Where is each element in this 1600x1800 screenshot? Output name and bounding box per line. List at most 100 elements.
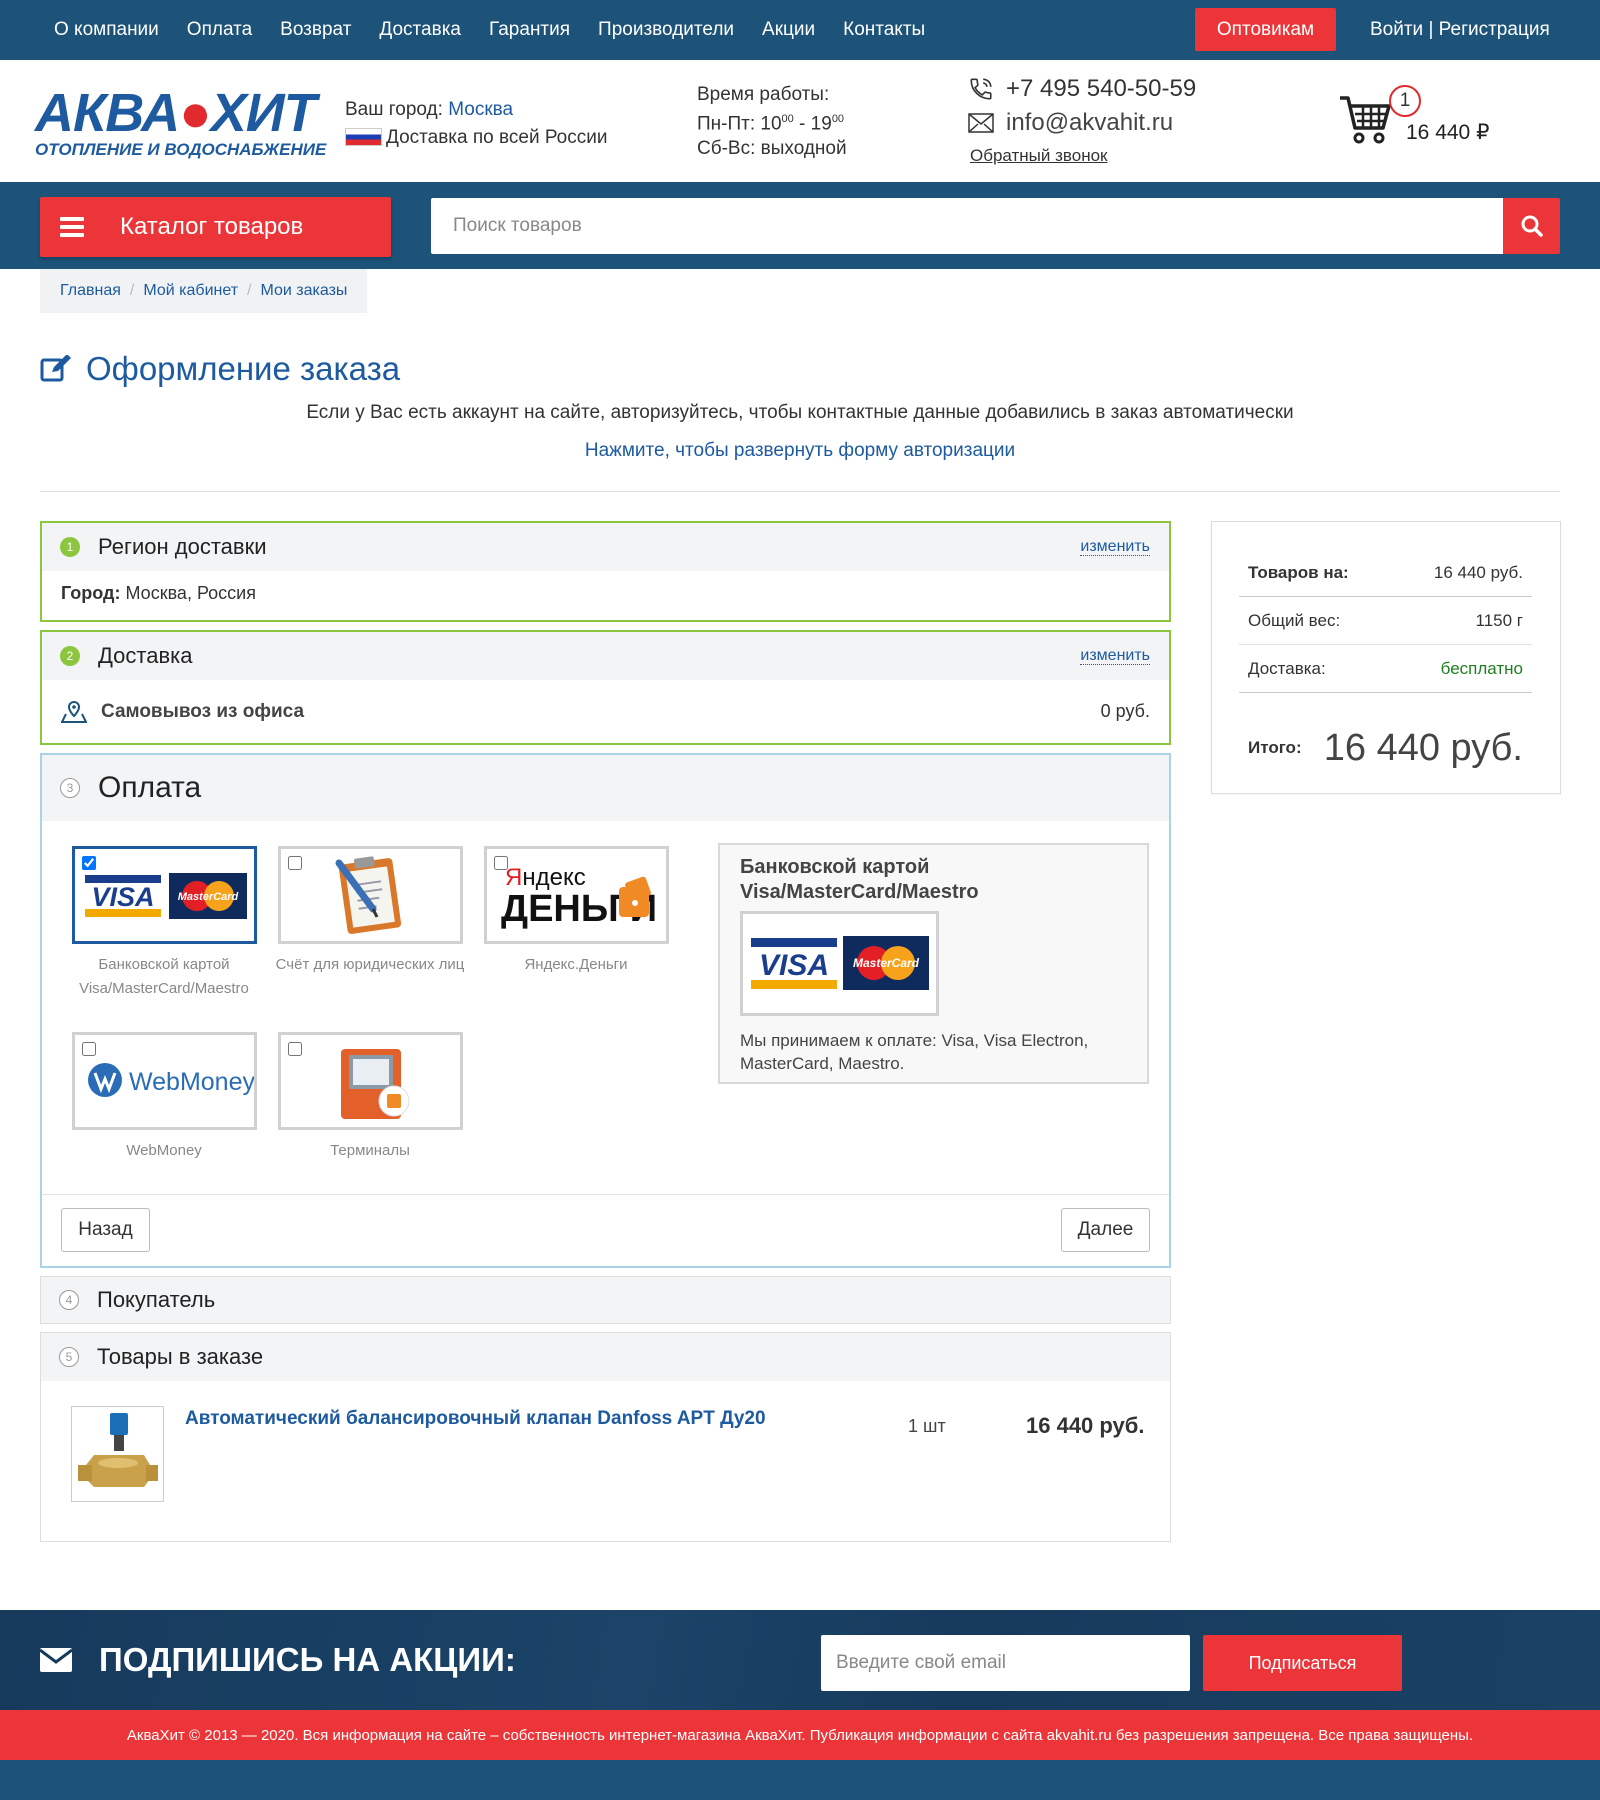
phone-icon — [970, 78, 992, 100]
payment-option-card[interactable]: VISA MasterCard — [72, 846, 257, 944]
cart-widget[interactable]: 1 16 440 ₽ — [1338, 84, 1508, 154]
city-label: Ваш город: — [345, 99, 443, 120]
product-image[interactable] — [71, 1406, 164, 1502]
city-block: Ваш город: Москва Доставка по всей Росси… — [345, 96, 607, 152]
payment-description-title: Банковской картой Visa/MasterCard/Maestr… — [740, 856, 979, 903]
login-register-link[interactable]: Войти | Регистрация — [1370, 0, 1550, 60]
nav-link-delivery[interactable]: Доставка — [379, 19, 461, 41]
site-header: АКВА●ХИТ ОТОПЛЕНИЕ И ВОДОСНАБЖЕНИЕ Ваш г… — [0, 60, 1600, 182]
delivery-note: Доставка по всей России — [386, 127, 608, 148]
payment-description-box: Банковской картой Visa/MasterCard/Maestr… — [718, 843, 1149, 1084]
breadcrumb: Главная / Мой кабинет / Мои заказы — [40, 269, 368, 313]
region-value: Город: Москва, Россия — [61, 583, 256, 603]
nav-link-return[interactable]: Возврат — [280, 19, 351, 41]
wholesale-button[interactable]: Оптовикам — [1195, 8, 1336, 51]
section-title: Оплата — [98, 771, 202, 804]
webmoney-logo: WebMoney — [88, 1063, 255, 1097]
svg-text:VISA: VISA — [759, 949, 829, 982]
catalog-button[interactable]: Каталог товаров — [40, 197, 391, 257]
product-quantity: 1 шт — [908, 1416, 946, 1436]
order-items-section: 5 Товары в заказе Автоматический баланси… — [40, 1332, 1171, 1542]
payment-option-invoice[interactable] — [278, 846, 463, 944]
logo-wordmark: АКВА●ХИТ — [35, 83, 317, 143]
section-title: Регион доставки — [98, 534, 267, 559]
hours-weekdays: Пн-Пт: 1000 - 1900 — [697, 113, 845, 135]
email-row[interactable]: info@akvahit.ru — [968, 106, 1196, 140]
payment-option-terminal[interactable] — [278, 1032, 463, 1130]
section-title: Доставка — [98, 643, 193, 668]
nav-link-payment[interactable]: Оплата — [187, 19, 252, 41]
nav-link-warranty[interactable]: Гарантия — [489, 19, 570, 41]
top-nav-links: О компании Оплата Возврат Доставка Гаран… — [40, 0, 939, 60]
back-button[interactable]: Назад — [61, 1208, 150, 1252]
payment-option-checkbox[interactable] — [494, 856, 508, 870]
mail-icon — [968, 113, 994, 133]
breadcrumb-home[interactable]: Главная — [60, 282, 121, 300]
summary-total-row: Итого: 16 440 руб. — [1248, 726, 1523, 769]
product-name-link[interactable]: Автоматический балансировочный клапан Da… — [185, 1408, 785, 1430]
step-number: 1 — [60, 537, 80, 557]
subscribe-banner: ПОДПИШИСЬ НА АКЦИИ: Подписаться — [0, 1610, 1600, 1710]
search-icon — [1521, 215, 1543, 237]
expand-auth-form-link[interactable]: Нажмите, чтобы развернуть форму авториза… — [0, 440, 1600, 462]
map-pin-icon — [61, 700, 87, 723]
phone-row[interactable]: +7 495 540-50-59 — [968, 72, 1196, 106]
section-title: Товары в заказе — [97, 1344, 264, 1369]
breadcrumb-cabinet[interactable]: Мой кабинет — [143, 282, 238, 300]
payment-option-caption: WebMoney — [126, 1142, 202, 1159]
summary-goods-row: Товаров на: 16 440 руб. — [1239, 549, 1532, 597]
payment-option-webmoney[interactable]: WebMoney — [72, 1032, 257, 1130]
summary-weight-row: Общий вес: 1150 г — [1239, 597, 1532, 645]
svg-text:WebMoney: WebMoney — [129, 1068, 254, 1096]
page-title: Оформление заказа — [40, 350, 400, 388]
order-items-header: 5 Товары в заказе — [41, 1333, 1170, 1381]
breadcrumb-orders[interactable]: Мои заказы — [260, 282, 347, 300]
nav-link-about[interactable]: О компании — [54, 19, 159, 41]
search-button[interactable] — [1503, 198, 1560, 254]
delivery-method: Самовывоз из офиса — [101, 700, 305, 722]
phone-number: +7 495 540-50-59 — [1006, 75, 1197, 102]
payment-description-text: Мы принимаем к оплате: Visa, Visa Electr… — [740, 1031, 1089, 1073]
product-price: 16 440 руб. — [1026, 1413, 1145, 1438]
logo-tagline: ОТОПЛЕНИЕ И ВОДОСНАБЖЕНИЕ — [35, 140, 327, 159]
clipboard-icon — [335, 856, 402, 934]
subscribe-title: ПОДПИШИСЬ НА АКЦИИ: — [40, 1610, 516, 1710]
payment-option-checkbox[interactable] — [82, 1042, 96, 1056]
change-region-link[interactable]: изменить — [1080, 538, 1150, 556]
payment-actions: Назад Далее — [42, 1194, 1169, 1266]
svg-text:MasterCard: MasterCard — [178, 891, 239, 903]
nav-link-promotions[interactable]: Акции — [762, 19, 815, 41]
change-delivery-link[interactable]: изменить — [1080, 647, 1150, 665]
payment-option-checkbox[interactable] — [288, 1042, 302, 1056]
payment-option-yandex[interactable]: Яндекс ДЕНЬГИ — [484, 846, 669, 944]
step-number: 3 — [60, 778, 80, 798]
buyer-section[interactable]: 4 Покупатель — [40, 1276, 1171, 1324]
cart-sum: 16 440 ₽ — [1406, 121, 1490, 144]
payment-option-checkbox[interactable] — [288, 856, 302, 870]
auth-note: Если у Вас есть аккаунт на сайте, автори… — [306, 402, 1294, 423]
copyright: АкваХит © 2013 — 2020. Вся информация на… — [0, 1710, 1600, 1760]
cart-icon — [1340, 96, 1391, 144]
edit-icon — [40, 355, 71, 382]
subscribe-button[interactable]: Подписаться — [1203, 1635, 1402, 1691]
payment-option-checkbox[interactable] — [82, 856, 96, 870]
svg-text:Яндекс: Яндекс — [505, 864, 586, 891]
section-title: Покупатель — [97, 1287, 216, 1312]
nav-link-contacts[interactable]: Контакты — [843, 19, 925, 41]
callback-link[interactable]: Обратный звонок — [970, 146, 1196, 166]
search-input[interactable] — [431, 198, 1504, 254]
russia-flag-icon — [345, 128, 382, 146]
region-section-header: 1 Регион доставки изменить — [42, 523, 1169, 571]
payment-option-caption: Банковской картой Visa/MasterCard/Maestr… — [79, 956, 249, 997]
envelope-icon — [40, 1648, 72, 1672]
subscribe-email-input[interactable] — [821, 1635, 1190, 1691]
nav-link-manufacturers[interactable]: Производители — [598, 19, 734, 41]
divider — [40, 491, 1560, 492]
next-button[interactable]: Далее — [1061, 1208, 1150, 1252]
payment-section: 3 Оплата VISA MasterCard Банковской карт… — [40, 753, 1171, 1268]
site-logo[interactable]: АКВА●ХИТ ОТОПЛЕНИЕ И ВОДОСНАБЖЕНИЕ — [35, 83, 327, 160]
svg-text:VISA: VISA — [91, 882, 154, 912]
logo-drop-icon: ● — [179, 83, 212, 143]
delivery-section-header: 2 Доставка изменить — [42, 632, 1169, 680]
city-selector[interactable]: Москва — [448, 99, 513, 120]
